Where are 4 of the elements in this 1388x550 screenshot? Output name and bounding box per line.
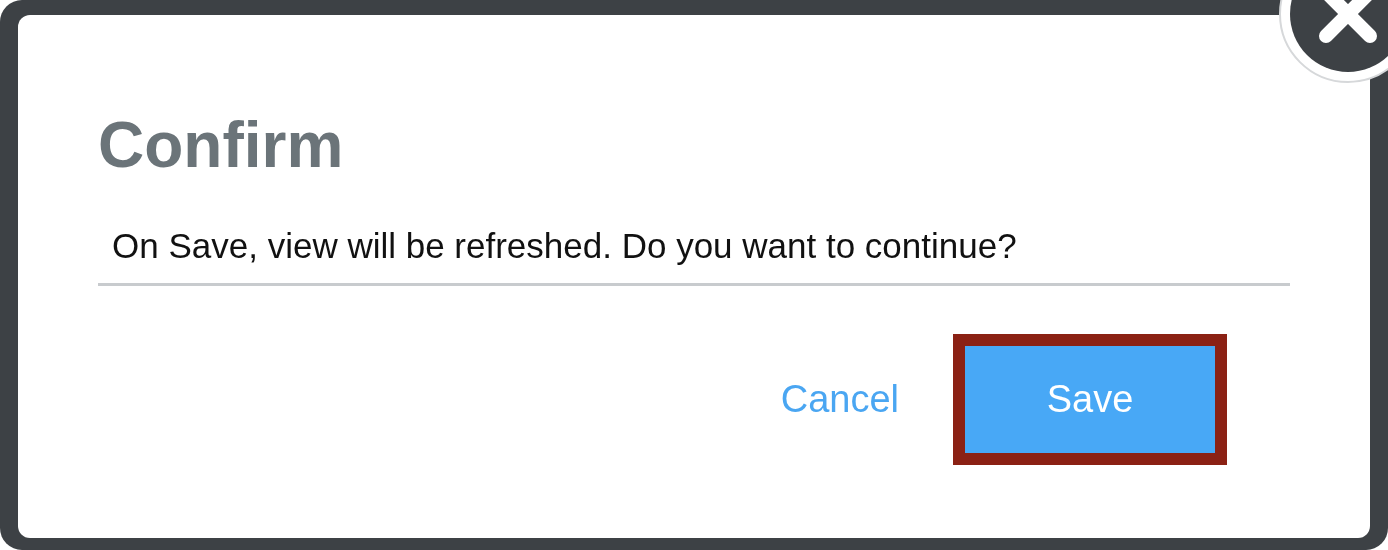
dialog-title: Confirm	[98, 113, 344, 177]
save-button[interactable]: Save	[953, 334, 1227, 465]
cancel-button[interactable]: Cancel	[780, 374, 899, 425]
dialog-message: On Save, view will be refreshed. Do you want to continue?	[112, 225, 1017, 267]
